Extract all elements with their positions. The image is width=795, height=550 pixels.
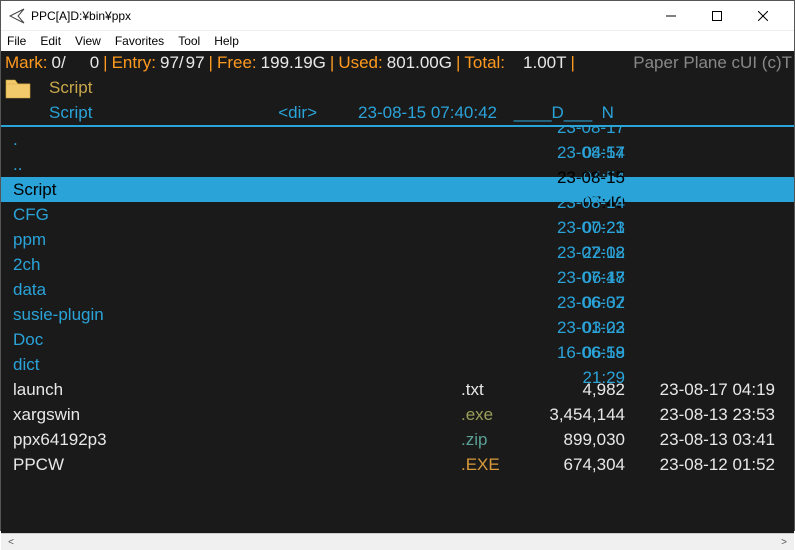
folder-icon [1, 76, 35, 100]
header-folder-name: Script [49, 103, 249, 123]
file-name: launch [13, 377, 461, 402]
file-name: CFG [13, 202, 461, 227]
file-name: data [13, 277, 461, 302]
header-dir-tag: <dir> [249, 103, 317, 123]
status-bar: Mark: 0/ 0 | Entry: 97/ 97 | Free: 199.1… [1, 51, 794, 75]
file-list[interactable]: .23-08-17 04:54..23-08-17 04:54Script23-… [1, 127, 794, 533]
header-date: 23-08-15 07:40:42 [317, 103, 497, 123]
file-date: 23-08-13 03:41 [625, 427, 775, 452]
status-free: Free: 199.19G [213, 53, 330, 73]
file-row[interactable]: ppm23-07-21 22:02 [1, 227, 794, 252]
file-row[interactable]: .23-08-17 04:54 [1, 127, 794, 152]
free-value: 199.19G [261, 53, 326, 73]
maximize-button[interactable] [694, 1, 740, 31]
header-flags: ____D___ N [497, 103, 614, 123]
file-row[interactable]: dict16-06-18 21:29 [1, 352, 794, 377]
file-name: ppx64192p3 [13, 427, 461, 452]
close-button[interactable] [740, 1, 786, 31]
file-name: . [13, 127, 461, 152]
file-name: .. [13, 152, 461, 177]
app-icon [9, 8, 25, 24]
file-name: Script [13, 177, 461, 202]
file-name: PPCW [13, 452, 461, 477]
path-header: Script Script <dir> 23-08-15 07:40:42 __… [1, 75, 794, 127]
file-name: ppm [13, 227, 461, 252]
file-row[interactable]: 2ch23-07-18 06:47 [1, 252, 794, 277]
file-size: 674,304 [517, 452, 625, 477]
file-date: 23-08-17 04:19 [625, 377, 775, 402]
entry-current: 97/ [160, 53, 184, 73]
brand-text: Paper Plane cUI (c)T [633, 53, 794, 73]
mark-total: 0 [90, 53, 99, 73]
file-size: 4,982 [517, 377, 625, 402]
file-date: 23-08-12 01:52 [625, 452, 775, 477]
menu-edit[interactable]: Edit [40, 34, 61, 48]
file-row[interactable]: PPCW.EXE674,30423-08-12 01:52 [1, 452, 794, 477]
menu-tool[interactable]: Tool [178, 34, 200, 48]
file-name: 2ch [13, 252, 461, 277]
file-row[interactable]: launch.txt4,98223-08-17 04:19 [1, 377, 794, 402]
free-label: Free: [217, 53, 257, 73]
file-size: 899,030 [517, 427, 625, 452]
file-row[interactable]: data23-07-18 06:32 [1, 277, 794, 302]
menu-file[interactable]: File [7, 34, 26, 48]
total-value: 1.00T [523, 53, 566, 73]
titlebar: PPC[A]D:¥bin¥ppx [1, 1, 794, 31]
file-date: 23-08-13 23:53 [625, 402, 775, 427]
file-ext: .EXE [461, 452, 517, 477]
file-name: Doc [13, 327, 461, 352]
total-label: Total: [464, 53, 505, 73]
menu-help[interactable]: Help [214, 34, 239, 48]
menu-view[interactable]: View [75, 34, 101, 48]
window-title: PPC[A]D:¥bin¥ppx [31, 9, 648, 23]
file-row[interactable]: Doc23-01-02 06:59 [1, 327, 794, 352]
file-ext: .exe [461, 402, 517, 427]
scroll-left-icon[interactable]: < [3, 537, 19, 548]
file-row[interactable]: Script23-08-15 07:40 [1, 177, 794, 202]
header-detail: Script <dir> 23-08-15 07:40:42 ____D___ … [1, 100, 794, 125]
file-row[interactable]: xargswin.exe3,454,14423-08-13 23:53 [1, 402, 794, 427]
scroll-right-icon[interactable]: > [776, 537, 792, 548]
menubar: File Edit View Favorites Tool Help [1, 31, 794, 51]
file-ext: .txt [461, 377, 517, 402]
file-name: dict [13, 352, 461, 377]
header-name: Script [35, 78, 92, 98]
status-used: Used: 801.00G [334, 53, 456, 73]
status-entry: Entry: 97/ 97 [108, 53, 209, 73]
file-row[interactable]: ppx64192p3.zip899,03023-08-13 03:41 [1, 427, 794, 452]
entry-total: 97 [186, 53, 205, 73]
minimize-button[interactable] [648, 1, 694, 31]
file-size: 3,454,144 [517, 402, 625, 427]
file-row[interactable]: CFG23-08-14 00:23 [1, 202, 794, 227]
file-ext: .zip [461, 427, 517, 452]
menu-favorites[interactable]: Favorites [115, 34, 164, 48]
mark-label: Mark: [5, 53, 48, 73]
entry-label: Entry: [112, 53, 156, 73]
file-name: susie-plugin [13, 302, 461, 327]
status-mark: Mark: 0/ 0 [1, 53, 103, 73]
window-controls [648, 1, 786, 31]
horizontal-scrollbar[interactable]: < > [1, 533, 794, 550]
mark-current: 0/ [52, 53, 66, 73]
status-total: Total: 1.00T [460, 53, 570, 73]
file-row[interactable]: ..23-08-17 04:54 [1, 152, 794, 177]
used-label: Used: [338, 53, 382, 73]
file-name: xargswin [13, 402, 461, 427]
file-row[interactable]: susie-plugin23-06-07 03:23 [1, 302, 794, 327]
used-value: 801.00G [387, 53, 452, 73]
